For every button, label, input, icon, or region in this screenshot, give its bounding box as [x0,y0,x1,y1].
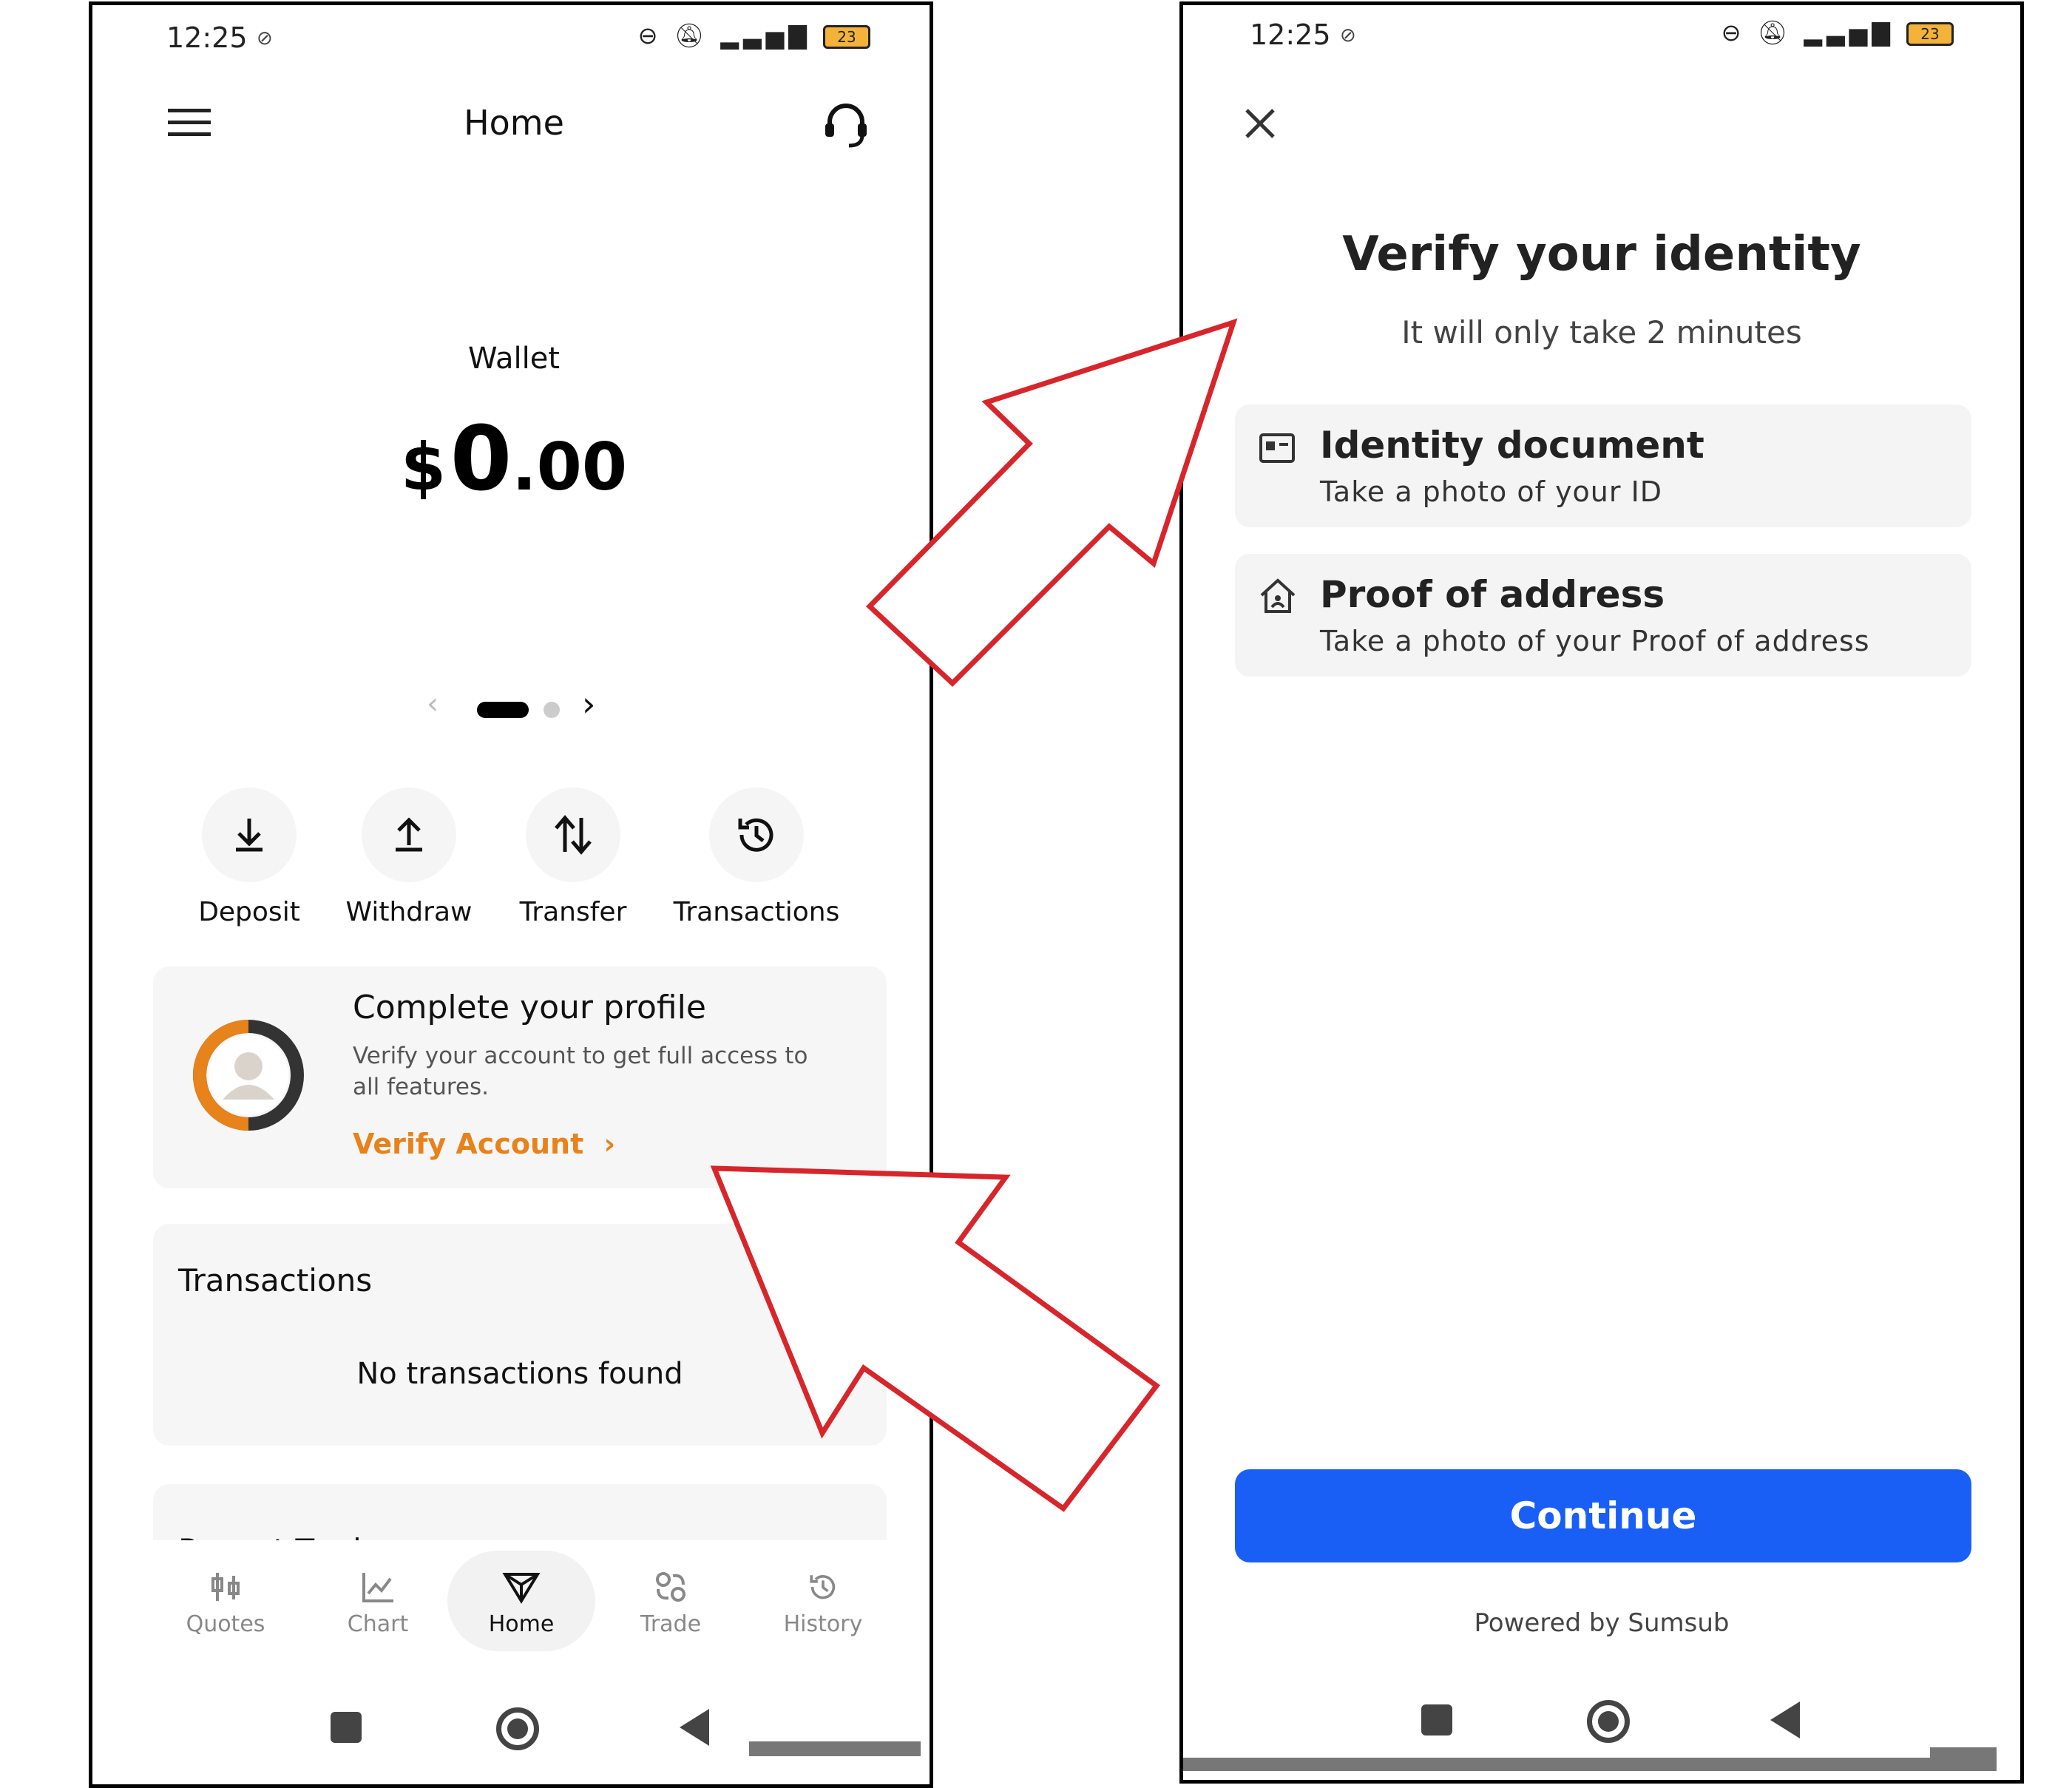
arrow-lower [710,1165,1160,1512]
annotation-arrows [710,318,1238,1512]
arrow-upper [865,318,1238,687]
